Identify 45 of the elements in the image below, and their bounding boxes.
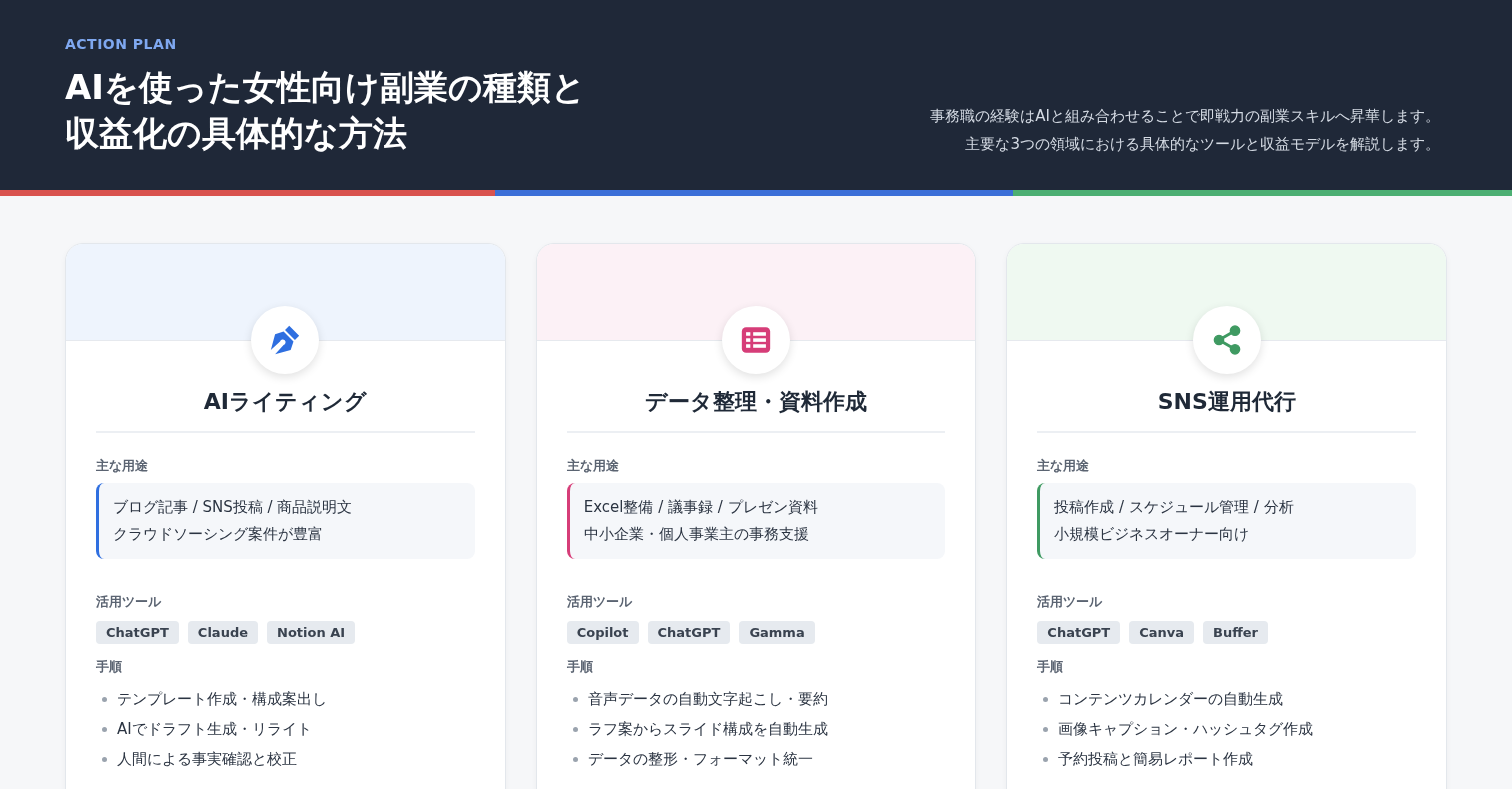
- section-label: 活用ツール: [96, 593, 162, 611]
- section-label: 主な用途: [1037, 457, 1091, 475]
- step-text: コンテンツカレンダーの自動生成: [1058, 689, 1284, 709]
- tool-tag: ChatGPT: [96, 621, 179, 644]
- eyebrow-label: ACTION PLAN: [65, 36, 178, 52]
- step-text: 人間による事実確認と校正: [117, 749, 297, 769]
- tool-tag: Gamma: [739, 621, 815, 644]
- tool-tag: ChatGPT: [647, 621, 731, 644]
- tool-tag: ChatGPT: [1037, 621, 1121, 644]
- step-text: ラフ案からスライド構成を自動生成: [587, 719, 828, 739]
- section-label: 手順: [1037, 658, 1065, 676]
- bullet-dot: [572, 756, 578, 762]
- bullet-dot: [102, 726, 107, 732]
- section-label: 活用ツール: [566, 593, 633, 611]
- intro-text: 事務職の経験はAIと組み合わせることで即戦力の副業スキルへ昇華します。 主要な3つの領域における具体的なツールと収益モデルを解説します。: [930, 106, 1440, 155]
- tool-tag: Buffer: [1203, 621, 1268, 644]
- bullet-dot: [102, 696, 107, 702]
- bullet-dot: [572, 726, 578, 732]
- bullet-dot: [1043, 726, 1049, 732]
- page-title: AIを使った女性向け副業の種類と 収益化の具体的な方法: [65, 66, 586, 155]
- step-text: 画像キャプション・ハッシュタグ作成: [1058, 719, 1314, 739]
- section-label: 手順: [566, 658, 594, 676]
- step-text: AIでドラフト生成・リライト: [117, 719, 312, 739]
- tool-tag: Canva: [1129, 621, 1195, 644]
- usage-callout: 投稿作成 / スケジュール管理 / 分析 小規模ビジネスオーナー向け: [1037, 483, 1416, 559]
- card-title: データ整理・資料作成: [644, 388, 868, 416]
- bullet-dot: [1043, 696, 1049, 702]
- tool-tag: Notion AI: [267, 621, 356, 644]
- step-text: 音声データの自動文字起こし・要約: [587, 689, 828, 709]
- step-text: テンプレート作成・構成案出し: [117, 689, 327, 709]
- usage-callout: ブログ記事 / SNS投稿 / 商品説明文 クラウドソーシング案件が豊富: [96, 483, 475, 559]
- tool-tag: Copilot: [566, 621, 639, 644]
- bullet-dot: [1043, 756, 1049, 762]
- section-label: 主な用途: [566, 457, 620, 475]
- section-label: 手順: [96, 658, 123, 676]
- step-text: 予約投稿と簡易レポート作成: [1058, 749, 1254, 769]
- tool-tag: Claude: [187, 621, 258, 644]
- bullet-dot: [572, 696, 578, 702]
- card-title: SNS運用代行: [1156, 388, 1297, 416]
- section-label: 主な用途: [96, 457, 149, 475]
- card-title: AIライティング: [202, 388, 368, 416]
- bullet-dot: [102, 756, 107, 762]
- step-text: データの整形・フォーマット統一: [587, 749, 813, 769]
- section-label: 活用ツール: [1037, 593, 1104, 611]
- usage-callout: Excel整備 / 議事録 / プレゼン資料 中小企業・個人事業主の事務支援: [566, 483, 946, 559]
